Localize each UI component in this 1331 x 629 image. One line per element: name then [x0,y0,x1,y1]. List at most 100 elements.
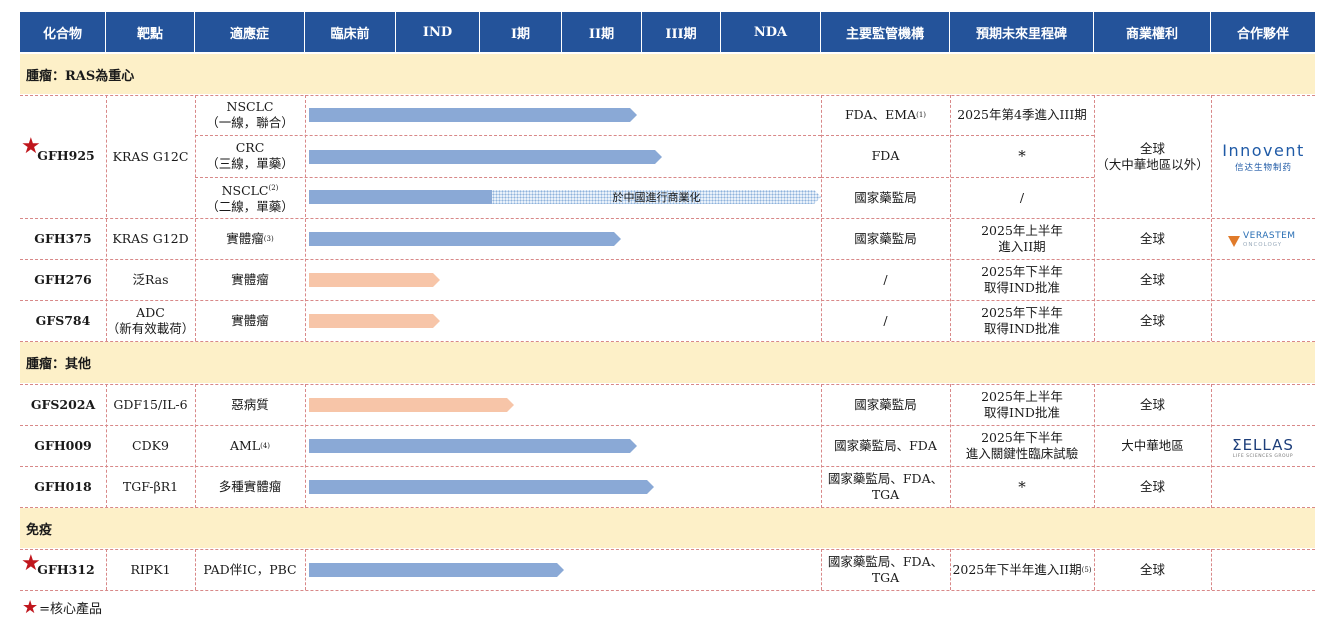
header-nda: NDA [721,12,821,52]
progress-bar [309,398,514,412]
agency-gfh375: 國家藥監局 [854,230,917,246]
indication-gfh009: AML (4) [195,425,305,466]
progress-bar [309,480,654,494]
indication-gfh276: 實體瘤 [231,271,269,287]
rights-gfh925: 全球 （大中華地區以外） [1096,140,1209,172]
indication-gfs202a: 惡病質 [231,396,269,412]
indication-gfh312: PAD伴IC，PBC [203,561,297,577]
header-partner: 合作夥伴 [1211,12,1315,52]
indication-line2: （三線，單藥） [206,156,294,171]
partner-name: ΣELLAS [1232,436,1294,454]
header-milestone: 預期未來里程碑 [950,12,1094,52]
milestone-gfh925-2: * [1018,147,1026,165]
legend: ★ =核心產品 [22,597,103,618]
progress-bar [309,150,662,164]
sellas-logo: ΣELLAS LIFE SCIENCES GROUP [1228,436,1298,459]
rights-gfh276: 全球 [1139,271,1165,287]
milestone-gfh925-3: / [1019,189,1025,205]
target-gfs202a: GDF15/IL-6 [113,396,188,412]
milestone-gfh018: * [1018,477,1026,496]
target-gfh925: KRAS G12C [112,148,189,164]
rights-gfh018: 全球 [1139,478,1165,494]
footnote-mark: (3) [263,234,274,243]
indication-text: AML [229,437,261,453]
agency-gfh276: / [883,271,888,287]
agency-gfs202a: 國家藥監局 [854,396,917,412]
verastem-mark-icon [1228,235,1240,247]
verastem-logo: VERASTEM ONCOLOGY [1228,232,1296,250]
footnote-mark: (2) [268,183,279,192]
commercialization-bar: 於中國進行商業化 [492,190,821,204]
legend-text: =核心產品 [39,602,103,617]
rights-gfh312: 全球 [1139,561,1165,577]
indication-line1: NSCLC(2) [222,180,279,199]
indication-gfs784: 實體瘤 [231,312,269,328]
indication-gfh925-1: NSCLC （一線，聯合） [195,95,305,135]
agency-gfh018: 國家藥監局、FDA、 TGA [827,470,944,502]
divider [20,590,1315,591]
agency-gfh312: 國家藥監局、FDA、 TGA [827,553,944,585]
agency-gfh925-1: FDA、EMA (1) [821,95,950,135]
header-phase1: I期 [480,12,562,52]
partner-subname: ONCOLOGY [1243,242,1283,248]
header-rights: 商業權利 [1094,12,1211,52]
milestone-text: 2025年下半年進入II期 [952,561,1082,577]
divider [1211,549,1212,590]
rights-gfh009: 大中華地區 [1121,437,1184,453]
rights-gfs784: 全球 [1139,312,1165,328]
header-indication: 適應症 [195,12,305,52]
section-ras: 腫瘤：RAS為重心 [20,54,1315,94]
compound-gfs784: GFS784 [35,312,91,328]
indication-line1: CRC [235,140,265,155]
partner-subname: 信达生物制药 [1234,163,1292,173]
indication-line2: （一線，聯合） [206,115,294,130]
indication-gfh375: 實體瘤 (3) [195,218,305,259]
header-phase3: III期 [642,12,721,52]
indication-text: 實體瘤 [226,230,264,246]
compound-gfh312: GFH312 [37,562,95,577]
target-gfh276: 泛Ras [132,271,169,287]
progress-bar [309,563,564,577]
rights-gfh375: 全球 [1139,230,1165,246]
footnote-mark: (1) [916,111,927,119]
indication-name: NSCLC [221,183,269,199]
agency-gfh925-2: FDA [871,148,900,163]
section-other: 腫瘤：其他 [20,342,1315,383]
indication-gfh018: 多種實體瘤 [218,478,282,494]
header-target: 靶點 [106,12,195,52]
header-phase2: II期 [562,12,642,52]
footnote-mark: (4) [260,441,271,450]
progress-bar [309,232,621,246]
indication-line2: （二線，單藥） [206,199,294,215]
target-gfh009: CDK9 [132,437,169,453]
compound-gfh009: GFH009 [34,437,92,453]
compound-gfh375: GFH375 [34,230,92,246]
divider [305,384,306,508]
target-gfs784: ADC （新有效載荷） [106,304,195,336]
indication-gfh925-2: CRC （三線，單藥） [195,135,305,177]
milestone-gfh009: 2025年下半年 進入關鍵性臨床試驗 [965,429,1079,461]
agency-gfs784: / [883,312,888,328]
milestone-gfs784: 2025年下半年 取得IND批准 [981,304,1063,336]
progress-bar [309,273,440,287]
commercialization-label: 於中國進行商業化 [612,191,701,204]
header-preclinical: 臨床前 [305,12,396,52]
partner-subname: LIFE SCIENCES GROUP [1232,454,1294,459]
milestone-gfh276: 2025年下半年 取得IND批准 [981,263,1063,295]
innovent-logo: Innovent 信达生物制药 [1216,141,1311,173]
core-product-star-icon: ★ [22,597,39,618]
divider [305,549,306,590]
progress-bar [309,439,637,453]
header-ind: IND [396,12,480,52]
indication-line1: NSCLC [226,99,274,114]
progress-bar [309,314,440,328]
target-gfh018: TGF-βR1 [122,478,179,494]
agency-gfh925-3: 國家藥監局 [854,189,917,205]
header-agency: 主要監管機構 [821,12,950,52]
milestone-gfh375: 2025年上半年 進入II期 [981,222,1063,254]
target-gfh375: KRAS G12D [112,230,189,246]
partner-name: Innovent [1222,141,1305,160]
header-compound: 化合物 [20,12,106,52]
compound-gfh925: GFH925 [37,148,95,163]
target-gfh312: RIPK1 [130,561,171,577]
